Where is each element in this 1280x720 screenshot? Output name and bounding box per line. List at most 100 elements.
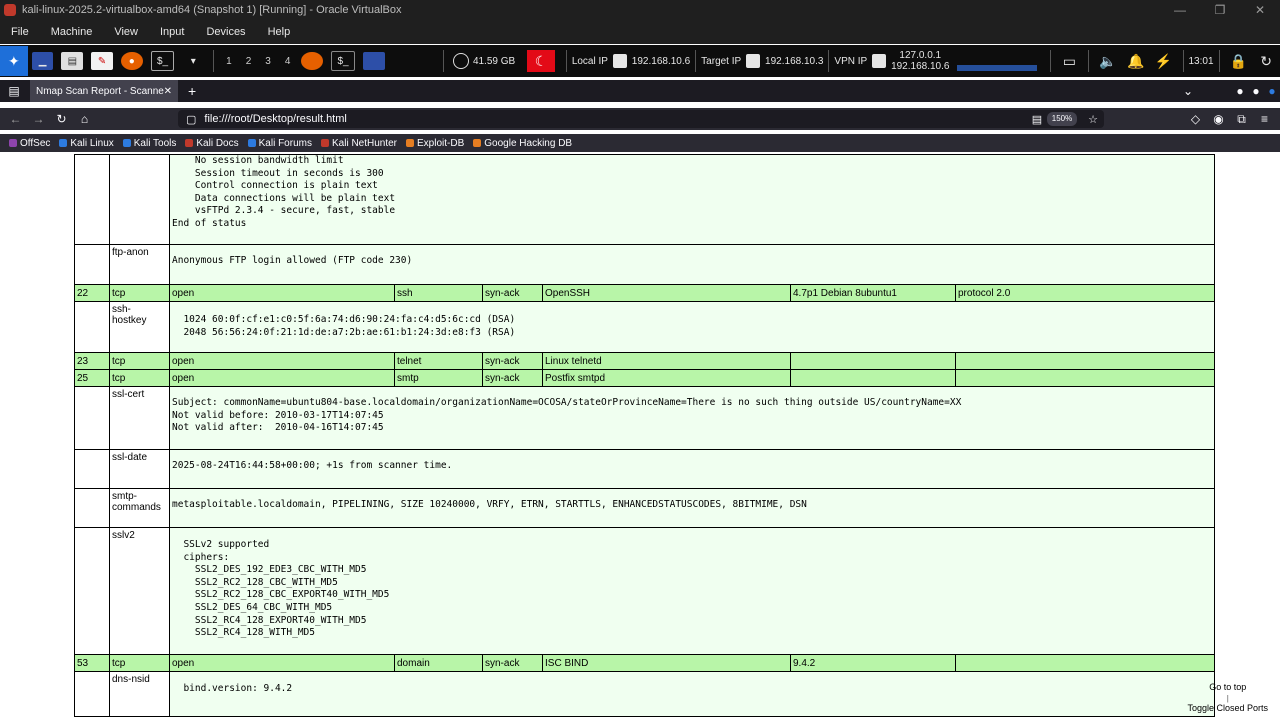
minimize-icon[interactable]: ●: [1232, 84, 1248, 98]
panel-separator: [213, 50, 215, 72]
port-number: 23: [74, 352, 110, 370]
workspace-1[interactable]: 1: [219, 56, 239, 67]
menu-input[interactable]: Input: [149, 26, 195, 38]
bookmark-icon: [9, 139, 17, 147]
tab-nmap-report[interactable]: Nmap Scan Report - Scanned ✕: [30, 80, 178, 102]
bookmark-icon: [122, 139, 131, 147]
script-row-ftp-anon: ftp-anon Anonymous FTP login allowed (FT…: [74, 244, 1216, 285]
script-output: bind.version: 9.4.2: [172, 683, 293, 694]
chevron-down-icon[interactable]: ⌄: [1180, 84, 1196, 98]
menu-help[interactable]: Help: [257, 26, 302, 38]
port-state: open: [169, 654, 395, 672]
firefox-window-icon[interactable]: [301, 52, 324, 70]
port-number: 22: [74, 284, 110, 302]
script-row-ssh-hostkey: ssh- hostkey 1024 60:0f:cf:e1:c0:5f:6a:7…: [74, 301, 1216, 353]
bookmark-star-icon[interactable]: ☆: [1088, 113, 1098, 126]
tab-list-icon[interactable]: ▤: [6, 84, 22, 98]
logout-icon[interactable]: ↻: [1255, 53, 1277, 70]
lock-icon: [872, 54, 887, 68]
close-icon[interactable]: ●: [1264, 84, 1280, 98]
close-tab-icon[interactable]: ✕: [164, 86, 172, 97]
terminal-window-icon[interactable]: $_: [331, 51, 355, 71]
script-row-ftp-status: No session bandwidth limit Session timeo…: [74, 154, 1216, 245]
port-extra-info: [954, 352, 1216, 370]
desktop-icon[interactable]: ▁: [31, 52, 54, 70]
workspace-4[interactable]: 4: [278, 56, 298, 67]
restore-icon[interactable]: ❐: [1200, 3, 1240, 17]
volume-icon[interactable]: 🔈: [1097, 53, 1119, 70]
bookmark-kali-nethunter[interactable]: Kali NetHunter: [320, 138, 397, 149]
back-icon[interactable]: ←: [4, 112, 27, 126]
script-name: dns-nsid: [109, 671, 170, 717]
port-reason: syn-ack: [482, 284, 543, 302]
ftp-status-output: No session bandwidth limit Session timeo…: [172, 155, 396, 229]
text-editor-icon[interactable]: ✎: [91, 52, 113, 70]
script-output: metasploitable.localdomain, PIPELINING, …: [172, 499, 807, 510]
script-output: Subject: commonName=ubuntu804-base.local…: [172, 397, 962, 434]
new-tab-icon[interactable]: +: [188, 83, 196, 99]
network-graph: [957, 51, 1037, 71]
bookmark-kali-linux[interactable]: Kali Linux: [59, 138, 114, 149]
maximize-icon[interactable]: ●: [1248, 84, 1264, 98]
port-extra-info: [954, 369, 1216, 387]
menu-devices[interactable]: Devices: [195, 26, 256, 38]
file-manager-icon[interactable]: ▤: [61, 52, 84, 70]
home-icon[interactable]: ⌂: [73, 112, 96, 126]
url-bar[interactable]: ▢ file:///root/Desktop/result.html ▤ ☆: [178, 110, 1104, 128]
window-icon[interactable]: ▭: [1059, 53, 1081, 70]
port-state: open: [169, 369, 395, 387]
account-icon[interactable]: ◉: [1207, 112, 1230, 126]
port-service: smtp: [394, 369, 483, 387]
menu-machine[interactable]: Machine: [40, 26, 104, 38]
bookmark-kali-tools[interactable]: Kali Tools: [122, 138, 176, 149]
script-row-smtp-commands: smtp- commands metasploitable.localdomai…: [74, 488, 1216, 528]
menu-icon[interactable]: ≡: [1253, 112, 1276, 126]
bookmark-kali-forums[interactable]: Kali Forums: [247, 138, 312, 149]
script-name: ssl-date: [109, 449, 170, 489]
bookmark-exploit-db[interactable]: Exploit-DB: [406, 138, 464, 149]
reader-view-icon[interactable]: ▤: [1032, 113, 1042, 126]
toggle-closed-ports-link[interactable]: Toggle Closed Ports: [1187, 703, 1268, 714]
vpn-ip-label: VPN IP: [834, 55, 868, 67]
bookmark-kali-docs[interactable]: Kali Docs: [185, 138, 239, 149]
zoom-level[interactable]: 150%: [1047, 112, 1077, 126]
turkey-flag-icon: ☾: [527, 50, 555, 72]
port-service: ssh: [394, 284, 483, 302]
bookmark-icon: [185, 139, 194, 147]
lock-icon: [746, 54, 761, 68]
menu-file[interactable]: File: [0, 26, 40, 38]
power-icon[interactable]: ⚡: [1153, 53, 1175, 70]
extensions-icon[interactable]: ⧉: [1230, 112, 1253, 127]
menu-view[interactable]: View: [103, 26, 149, 38]
minimize-icon[interactable]: —: [1160, 3, 1200, 17]
port-row-25: 25 tcp open smtp syn-ack Postfix smtpd: [74, 369, 1216, 387]
port-version: [790, 352, 956, 370]
close-icon[interactable]: ✕: [1240, 3, 1280, 17]
port-reason: syn-ack: [482, 352, 543, 370]
forward-icon[interactable]: →: [27, 112, 50, 126]
reload-icon[interactable]: ↻: [50, 112, 73, 126]
port-number: 53: [74, 654, 110, 672]
folder-window-icon[interactable]: [362, 52, 385, 70]
workspace-2[interactable]: 2: [239, 56, 259, 67]
disk-usage: 41.59 GB: [472, 55, 516, 67]
go-to-top-link[interactable]: Go to top: [1187, 682, 1268, 693]
pocket-icon[interactable]: ◇: [1184, 112, 1207, 126]
port-product: OpenSSH: [542, 284, 791, 302]
disk-icon: [453, 53, 469, 69]
firefox-icon[interactable]: ●: [120, 52, 143, 70]
script-row-dns-nsid: dns-nsid bind.version: 9.4.2: [74, 671, 1216, 717]
workspace-3[interactable]: 3: [258, 56, 278, 67]
bookmark-google-hacking-db[interactable]: Google Hacking DB: [473, 138, 572, 149]
bookmark-icon: [247, 139, 256, 147]
terminal-icon[interactable]: $_: [150, 51, 175, 71]
bell-icon[interactable]: 🔔: [1125, 53, 1147, 70]
port-product: ISC BIND: [542, 654, 791, 672]
bookmark-offsec[interactable]: OffSec: [9, 138, 50, 149]
chevron-down-icon[interactable]: ▾: [182, 52, 204, 70]
clock: 13:01: [1188, 55, 1214, 67]
lock-screen-icon[interactable]: 🔒: [1228, 53, 1250, 70]
port-protocol: tcp: [109, 284, 170, 302]
script-row-sslv2: sslv2 SSLv2 supported ciphers: SSL2_DES_…: [74, 527, 1216, 655]
kali-menu-icon[interactable]: ✦: [0, 46, 28, 76]
